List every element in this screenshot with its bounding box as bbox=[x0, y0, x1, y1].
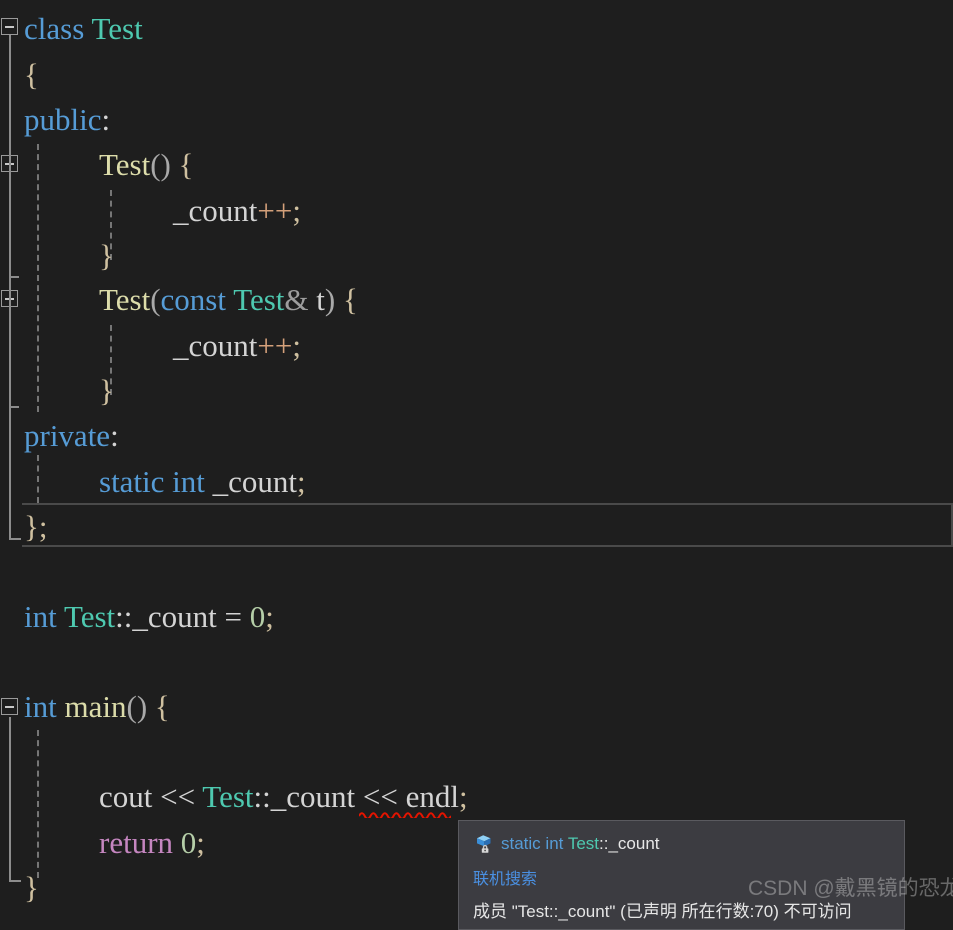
tooltip-keyword-static: static bbox=[501, 834, 541, 853]
token-ident-count-decl: _count bbox=[212, 464, 298, 499]
token-ident-count-error: _count bbox=[270, 779, 356, 814]
tooltip-member-name: _count bbox=[608, 834, 660, 853]
token-brace-close-ctor: } bbox=[99, 238, 114, 273]
outlining-gutter bbox=[0, 0, 22, 930]
token-scope-def: :: bbox=[115, 599, 133, 634]
token-keyword-public: public bbox=[24, 102, 102, 137]
token-ctor-name: Test bbox=[99, 147, 151, 182]
token-op-ampersand: & bbox=[284, 282, 309, 317]
code-editor[interactable]: class Test { public: Test() { _count++; … bbox=[0, 0, 953, 930]
token-type-test-def: Test bbox=[63, 599, 116, 634]
tooltip-type-test: Test bbox=[567, 834, 599, 853]
token-ident-endl: endl bbox=[405, 779, 459, 814]
code-line-16[interactable]: int main() { bbox=[24, 684, 170, 730]
code-surface[interactable]: class Test { public: Test() { _count++; … bbox=[0, 0, 953, 930]
token-class-end: }; bbox=[24, 509, 48, 544]
token-keyword-return: return bbox=[99, 825, 174, 860]
code-line-6[interactable]: } bbox=[99, 233, 114, 279]
token-type-test-param: Test bbox=[233, 282, 285, 317]
token-paren-open-main: ( bbox=[126, 689, 137, 724]
token-semicolon-2: ; bbox=[292, 328, 301, 363]
token-keyword-int-decl: int bbox=[172, 464, 205, 499]
tooltip-keyword-int: int bbox=[545, 834, 564, 853]
fold-marker-main[interactable] bbox=[1, 698, 18, 715]
token-keyword-int-main: int bbox=[24, 689, 57, 724]
token-op-increment-1: ++ bbox=[257, 193, 293, 228]
tooltip-search-online-link[interactable]: 联机搜索 bbox=[473, 865, 537, 889]
tooltip-signature: static int Test::_count bbox=[473, 833, 660, 855]
token-semicolon-return: ; bbox=[196, 825, 205, 860]
token-paren-close-ctor: ) bbox=[160, 147, 171, 182]
token-paren-open-ctor: ( bbox=[150, 147, 161, 182]
token-colon-private: : bbox=[110, 418, 119, 453]
tooltip-error-message: 成员 "Test::_count" (已声明 所在行数:70) 不可访问 bbox=[473, 902, 852, 921]
code-line-10[interactable]: private: bbox=[24, 413, 119, 459]
token-func-main: main bbox=[64, 689, 127, 724]
token-num-zero-return: 0 bbox=[180, 825, 197, 860]
token-semicolon-def: ; bbox=[265, 599, 274, 634]
token-brace-close-main: } bbox=[24, 870, 39, 905]
quick-info-tooltip[interactable]: static int Test::_count 联机搜索 成员 "Test::_… bbox=[458, 820, 905, 930]
token-brace-open-main: { bbox=[154, 689, 170, 724]
error-squiggle-icon bbox=[359, 812, 451, 818]
token-op-shift-1: << bbox=[160, 779, 196, 814]
token-num-zero-def: 0 bbox=[249, 599, 266, 634]
code-line-9[interactable]: } bbox=[99, 368, 114, 414]
code-line-11[interactable]: static int _count; bbox=[99, 459, 306, 505]
code-line-4[interactable]: Test() { bbox=[99, 142, 194, 188]
code-line-3[interactable]: public: bbox=[24, 97, 110, 143]
token-param-t: t bbox=[316, 282, 325, 317]
fold-line-class-body bbox=[9, 148, 11, 540]
token-ident-count-2: _count bbox=[173, 328, 258, 363]
token-keyword-const: const bbox=[160, 282, 226, 317]
code-line-20[interactable]: } bbox=[24, 865, 39, 911]
token-op-increment-2: ++ bbox=[257, 328, 293, 363]
token-keyword-class: class bbox=[24, 11, 85, 46]
token-semicolon-1: ; bbox=[292, 193, 301, 228]
fold-marker-class[interactable] bbox=[1, 18, 18, 35]
token-ident-count-1: _count bbox=[173, 193, 258, 228]
token-type-test-use: Test bbox=[202, 779, 254, 814]
token-keyword-int-def: int bbox=[24, 599, 57, 634]
token-ident-cout: cout bbox=[99, 779, 153, 814]
code-line-12[interactable]: }; bbox=[24, 504, 48, 550]
token-paren-open-copyctor: ( bbox=[150, 282, 161, 317]
token-keyword-private: private bbox=[24, 418, 111, 453]
token-scope-use: :: bbox=[253, 779, 271, 814]
token-colon-public: : bbox=[101, 102, 111, 137]
token-brace-open-ctor: { bbox=[178, 147, 194, 182]
token-ident-count-def: _count bbox=[132, 599, 217, 634]
token-semicolon-cout: ; bbox=[458, 779, 468, 814]
token-keyword-static: static bbox=[99, 464, 165, 499]
token-brace-close-copyctor: } bbox=[99, 373, 114, 408]
token-copyctor-name: Test bbox=[99, 282, 151, 317]
token-semicolon-decl: ; bbox=[297, 464, 306, 499]
fold-line-main bbox=[9, 717, 11, 882]
field-private-icon bbox=[477, 835, 491, 853]
token-op-assign: = bbox=[224, 599, 242, 634]
code-line-19[interactable]: return 0; bbox=[99, 820, 205, 866]
fold-foot-class bbox=[9, 538, 21, 540]
code-line-5[interactable]: _count++; bbox=[173, 188, 301, 234]
token-paren-close-copyctor: ) bbox=[324, 282, 336, 317]
code-line-7[interactable]: Test(const Test& t) { bbox=[99, 277, 358, 323]
code-line-1[interactable]: class Test bbox=[24, 6, 143, 52]
fold-foot-main bbox=[9, 880, 21, 882]
fold-line-class bbox=[9, 30, 11, 150]
token-type-test: Test bbox=[91, 11, 143, 46]
token-paren-close-main: ) bbox=[136, 689, 148, 724]
token-op-shift-2: << bbox=[362, 779, 398, 814]
token-brace-open-class: { bbox=[24, 57, 39, 92]
code-line-8[interactable]: _count++; bbox=[173, 323, 301, 369]
token-brace-open-copyctor: { bbox=[342, 282, 358, 317]
code-line-14[interactable]: int Test::_count = 0; bbox=[24, 594, 274, 640]
code-line-2[interactable]: { bbox=[24, 52, 39, 98]
